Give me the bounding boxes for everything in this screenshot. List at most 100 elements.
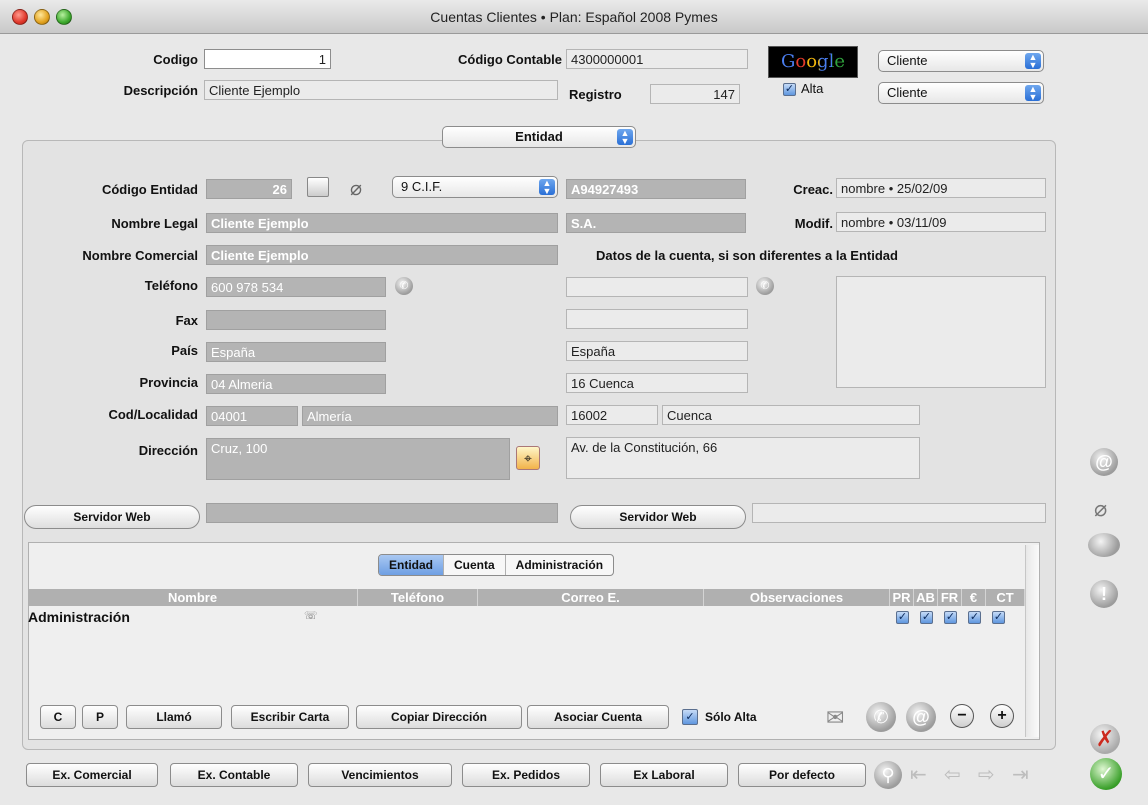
provincia-field: 04 Almeria xyxy=(206,374,386,394)
cp-field: 04001 xyxy=(206,406,298,426)
llamo-button[interactable]: Llamó xyxy=(126,705,222,729)
alert-icon[interactable]: ! xyxy=(1090,580,1118,608)
localidad-cuenta-field[interactable]: Cuenca xyxy=(662,405,920,425)
col-telefono[interactable]: Teléfono xyxy=(358,589,478,606)
flag-ab-checkbox[interactable]: ✓ xyxy=(920,611,933,624)
type-select-2[interactable]: Cliente ▲ ▼ xyxy=(878,82,1044,104)
creac-label: Creac. xyxy=(793,182,833,197)
alta-checkbox[interactable]: ✓ xyxy=(783,83,796,96)
phone-icon[interactable]: ✆ xyxy=(395,277,413,295)
select-arrows-icon: ▲ ▼ xyxy=(539,179,555,196)
datos-cuenta-heading: Datos de la cuenta, si son diferentes a … xyxy=(596,248,898,263)
tab-entidad[interactable]: Entidad xyxy=(379,555,444,575)
card-icon[interactable] xyxy=(307,177,329,197)
codigo-entidad-label: Código Entidad xyxy=(101,182,198,197)
table-row[interactable]: Administración ☏ ✓ ✓ ✓ ✓ ✓ xyxy=(28,607,1024,627)
first-record-icon[interactable]: ⇤ xyxy=(910,762,927,787)
localidad-field: Almería xyxy=(302,406,558,426)
speech-bubble-icon[interactable] xyxy=(1088,533,1120,557)
notes-box[interactable] xyxy=(836,276,1046,388)
phone-icon[interactable]: ✆ xyxy=(756,277,774,295)
descripcion-label: Descripción xyxy=(123,83,198,98)
entity-selector-value: Entidad xyxy=(515,129,563,144)
servidor-web-button[interactable]: Servidor Web xyxy=(24,505,200,529)
ex-comercial-button[interactable]: Ex. Comercial xyxy=(26,763,158,787)
fax-field xyxy=(206,310,386,330)
next-record-icon[interactable]: ⇨ xyxy=(978,762,995,787)
vencimientos-button[interactable]: Vencimientos xyxy=(308,763,452,787)
servidor-web-cuenta-field[interactable] xyxy=(752,503,1046,523)
col-nombre[interactable]: Nombre xyxy=(28,589,358,606)
contacts-tabs: Entidad Cuenta Administración xyxy=(378,554,615,576)
phone-icon[interactable]: ✆ xyxy=(866,702,896,732)
id-type-select[interactable]: 9 C.I.F. ▲ ▼ xyxy=(392,176,558,198)
escribir-carta-button[interactable]: Escribir Carta xyxy=(231,705,349,729)
provincia-cuenta-field[interactable]: 16 Cuenca xyxy=(566,373,748,393)
direccion-label: Dirección xyxy=(138,443,198,458)
direccion-cuenta-field[interactable]: Av. de la Constitución, 66 xyxy=(566,437,920,479)
cif-field: A94927493 xyxy=(566,179,746,199)
previous-record-icon[interactable]: ⇦ xyxy=(944,762,961,787)
col-pr[interactable]: PR xyxy=(890,589,914,606)
flag-ct-checkbox[interactable]: ✓ xyxy=(992,611,1005,624)
pais-cuenta-field[interactable]: España xyxy=(566,341,748,361)
flag-pr-checkbox[interactable]: ✓ xyxy=(896,611,909,624)
add-contact-button[interactable]: + xyxy=(990,704,1014,728)
paperclip-icon[interactable]: ⌀ xyxy=(350,176,362,201)
col-correo[interactable]: Correo E. xyxy=(478,589,704,606)
title-bar: Cuentas Clientes • Plan: Español 2008 Py… xyxy=(0,0,1148,34)
col-ct[interactable]: CT xyxy=(986,589,1025,606)
flag-fr-checkbox[interactable]: ✓ xyxy=(944,611,957,624)
contacts-scrollbar[interactable] xyxy=(1025,545,1039,737)
cancel-icon[interactable]: ✗ xyxy=(1090,724,1120,754)
select-arrows-icon: ▲ ▼ xyxy=(617,129,633,146)
ex-pedidos-button[interactable]: Ex. Pedidos xyxy=(462,763,590,787)
modif-label: Modif. xyxy=(794,216,833,231)
fax-cuenta-field[interactable] xyxy=(566,309,748,329)
email-at-icon[interactable]: @ xyxy=(1090,448,1118,476)
col-euro[interactable]: € xyxy=(962,589,986,606)
google-button[interactable]: Google xyxy=(768,46,858,78)
asociar-cuenta-button[interactable]: Asociar Cuenta xyxy=(527,705,669,729)
search-icon[interactable]: ⚲ xyxy=(874,761,902,789)
map-icon[interactable]: ⌖ xyxy=(516,446,540,470)
solo-alta-checkbox[interactable]: ✓ xyxy=(682,709,698,725)
c-button[interactable]: C xyxy=(40,705,76,729)
entity-selector[interactable]: Entidad ▲ ▼ xyxy=(442,126,636,148)
nombre-comercial-label: Nombre Comercial xyxy=(82,248,198,263)
google-logo-icon: Google xyxy=(781,51,845,72)
cod-localidad-label: Cod/Localidad xyxy=(108,407,198,422)
nombre-comercial-field: Cliente Ejemplo xyxy=(206,245,558,265)
solo-alta-label: Sólo Alta xyxy=(705,710,757,724)
forma-juridica-field: S.A. xyxy=(566,213,746,233)
nombre-legal-field: Cliente Ejemplo xyxy=(206,213,558,233)
tab-administracion[interactable]: Administración xyxy=(506,555,613,575)
provincia-label: Provincia xyxy=(139,375,198,390)
codigo-entidad-field: 26 xyxy=(206,179,292,199)
paperclip-icon[interactable]: ⌀ xyxy=(1094,496,1107,522)
codigo-field[interactable]: 1 xyxy=(204,49,331,69)
last-record-icon[interactable]: ⇥ xyxy=(1012,762,1029,787)
telefono-label: Teléfono xyxy=(144,278,198,293)
codigo-contable-label: Código Contable xyxy=(458,52,562,67)
telefono-cuenta-field[interactable] xyxy=(566,277,748,297)
descripcion-field[interactable]: Cliente Ejemplo xyxy=(204,80,558,100)
ex-laboral-button[interactable]: Ex Laboral xyxy=(600,763,728,787)
accept-icon[interactable]: ✓ xyxy=(1090,758,1122,790)
envelope-icon[interactable]: ✉ xyxy=(826,705,844,731)
tab-cuenta[interactable]: Cuenta xyxy=(444,555,506,575)
type-select-1[interactable]: Cliente ▲ ▼ xyxy=(878,50,1044,72)
copiar-direccion-button[interactable]: Copiar Dirección xyxy=(356,705,522,729)
servidor-web-cuenta-button[interactable]: Servidor Web xyxy=(570,505,746,529)
col-ab[interactable]: AB xyxy=(914,589,938,606)
remove-contact-button[interactable]: − xyxy=(950,704,974,728)
p-button[interactable]: P xyxy=(82,705,118,729)
col-observaciones[interactable]: Observaciones xyxy=(704,589,890,606)
ex-contable-button[interactable]: Ex. Contable xyxy=(170,763,298,787)
email-at-icon[interactable]: @ xyxy=(906,702,936,732)
flag-euro-checkbox[interactable]: ✓ xyxy=(968,611,981,624)
por-defecto-button[interactable]: Por defecto xyxy=(738,763,866,787)
cp-cuenta-field[interactable]: 16002 xyxy=(566,405,658,425)
col-fr[interactable]: FR xyxy=(938,589,962,606)
nombre-legal-label: Nombre Legal xyxy=(111,216,198,231)
